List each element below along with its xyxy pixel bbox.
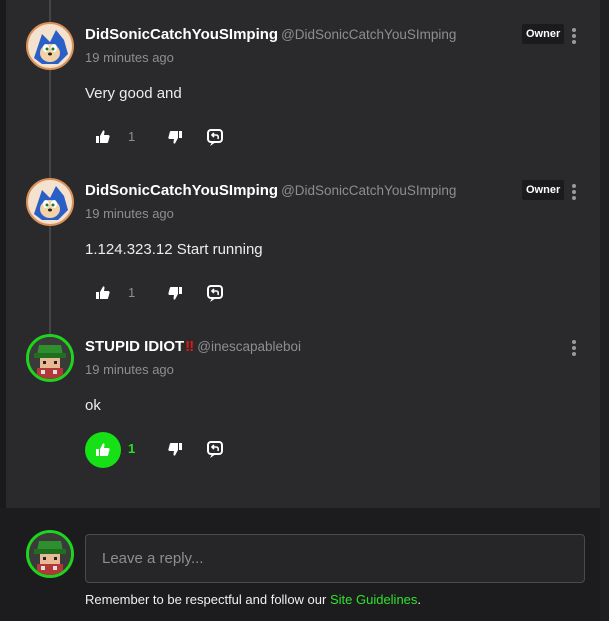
owner-badge: Owner <box>522 24 565 44</box>
timestamp: 19 minutes ago <box>85 206 174 221</box>
green-hat-avatar-icon <box>29 337 71 379</box>
dislike-button[interactable] <box>164 126 186 148</box>
like-button-active[interactable] <box>85 432 121 468</box>
username[interactable]: STUPID IDIOT‼ @inescapableboi <box>85 338 301 355</box>
guidelines-notice: Remember to be respectful and follow our… <box>85 592 421 607</box>
more-options-icon[interactable] <box>568 340 580 358</box>
green-hat-avatar-icon <box>29 533 71 575</box>
like-button[interactable] <box>92 282 114 304</box>
thumbs-up-icon <box>96 286 110 299</box>
avatar[interactable] <box>26 178 74 226</box>
thumbs-down-icon <box>168 131 182 144</box>
reply-icon <box>207 285 223 302</box>
site-guidelines-link[interactable]: Site Guidelines <box>330 592 417 607</box>
dislike-button[interactable] <box>164 282 186 304</box>
reply-button[interactable] <box>204 282 226 304</box>
reply-button[interactable] <box>204 126 226 148</box>
timestamp: 19 minutes ago <box>85 362 174 377</box>
like-count: 1 <box>128 441 136 456</box>
comment: DidSonicCatchYouSImping @DidSonicCatchYou… <box>0 156 609 306</box>
thumbs-down-icon <box>168 443 182 456</box>
more-options-icon[interactable] <box>568 184 580 202</box>
avatar[interactable] <box>26 22 74 70</box>
avatar[interactable] <box>26 334 74 382</box>
thumbs-up-icon <box>96 130 110 143</box>
more-options-icon[interactable] <box>568 28 580 46</box>
reply-icon <box>207 129 223 146</box>
username[interactable]: DidSonicCatchYouSImping @DidSonicCatchYou… <box>85 182 456 199</box>
username-text[interactable]: DidSonicCatchYouSImping <box>85 26 278 43</box>
like-button[interactable] <box>92 126 114 148</box>
thumbs-down-icon <box>168 287 182 300</box>
sonic-avatar-icon <box>34 30 68 64</box>
timestamp: 19 minutes ago <box>85 50 174 65</box>
comment: DidSonicCatchYouSImping @DidSonicCatchYou… <box>0 0 609 150</box>
double-exclamation-emoji: ‼ <box>185 338 195 355</box>
reply-button[interactable] <box>204 438 226 460</box>
comment-text: Very good and <box>85 85 182 102</box>
username-text[interactable]: DidSonicCatchYouSImping <box>85 182 278 199</box>
reply-icon <box>207 441 223 458</box>
like-count: 1 <box>128 129 136 144</box>
username-text[interactable]: STUPID IDIOT <box>85 338 184 355</box>
thumbs-up-icon <box>96 443 110 456</box>
user-handle: @DidSonicCatchYouSImping <box>281 27 457 42</box>
comment-text: 1.124.323.12 Start running <box>85 241 263 258</box>
guidelines-text: Remember to be respectful and follow our <box>85 592 330 607</box>
like-count: 1 <box>128 285 136 300</box>
dislike-button[interactable] <box>164 438 186 460</box>
current-user-avatar[interactable] <box>26 530 74 578</box>
sonic-avatar-icon <box>34 186 68 220</box>
reply-input[interactable] <box>85 534 585 583</box>
user-handle: @inescapableboi <box>197 339 302 354</box>
username[interactable]: DidSonicCatchYouSImping @DidSonicCatchYou… <box>85 26 456 43</box>
owner-badge: Owner <box>522 180 565 200</box>
comment-text: ok <box>85 397 101 414</box>
user-handle: @DidSonicCatchYouSImping <box>281 183 457 198</box>
guidelines-period: . <box>417 592 422 607</box>
